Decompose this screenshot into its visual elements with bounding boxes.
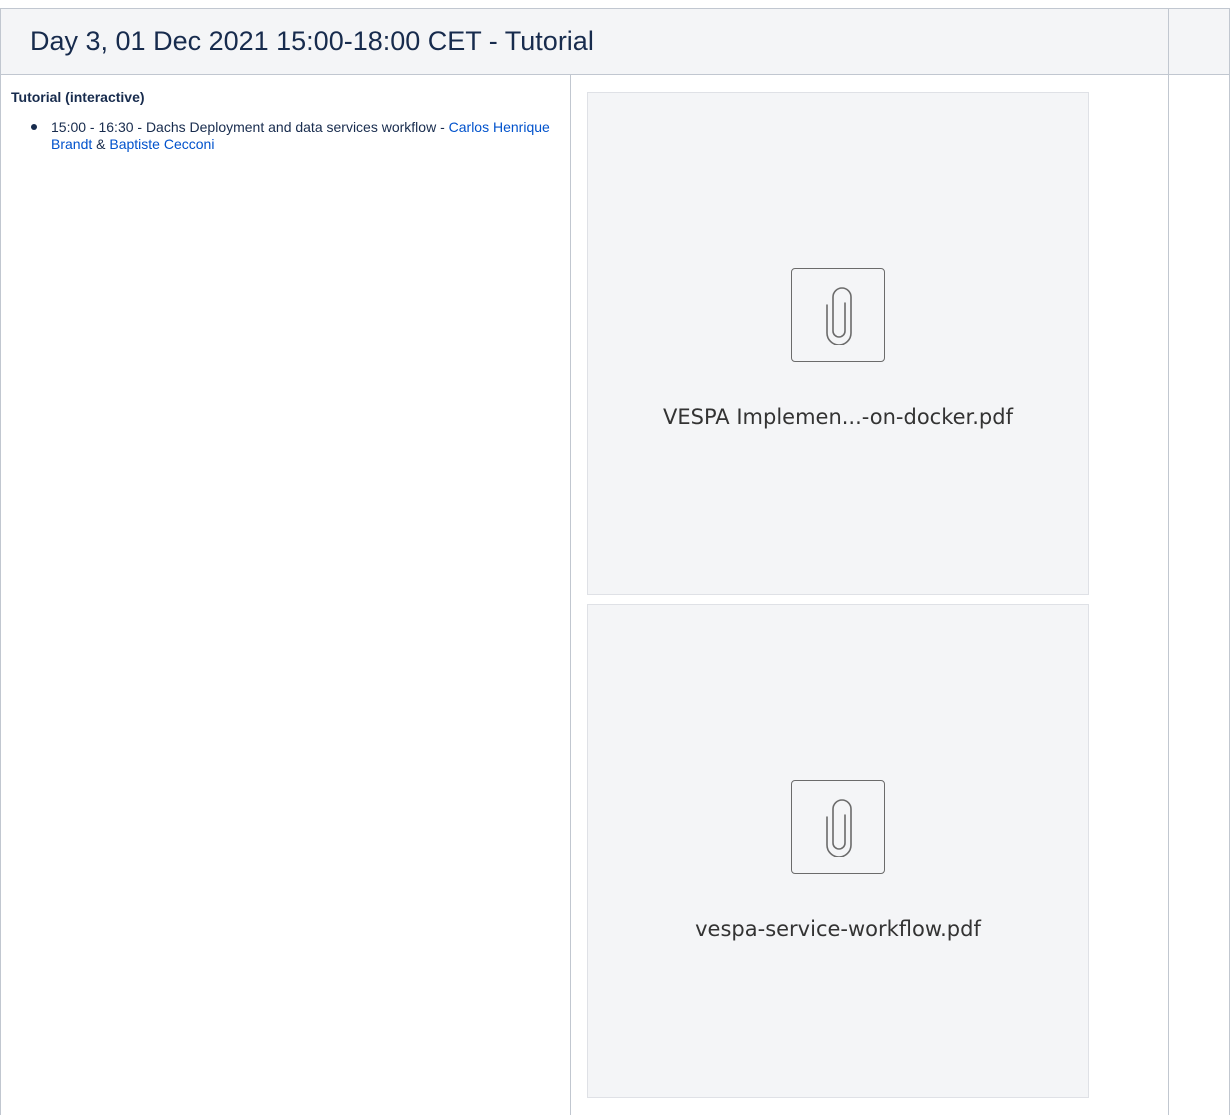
presenter-link-baptiste[interactable]: Baptiste Cecconi xyxy=(109,136,214,152)
presenter-separator: & xyxy=(92,136,110,152)
attachment-preview-vespa-workflow[interactable]: vespa-service-workflow.pdf xyxy=(587,604,1089,1098)
side-cell xyxy=(1168,74,1230,1115)
table-header-side-cell xyxy=(1168,8,1230,75)
attachment-filename: VESPA Implemen...-on-docker.pdf xyxy=(663,405,1013,429)
agenda-list: 15:00 - 16:30 - Dachs Deployment and dat… xyxy=(11,119,560,153)
bullet-icon xyxy=(31,124,37,130)
paperclip-icon xyxy=(791,780,885,874)
paperclip-icon xyxy=(791,268,885,362)
attachment-filename: vespa-service-workflow.pdf xyxy=(695,917,981,941)
page: Day 3, 01 Dec 2021 15:00-18:00 CET - Tut… xyxy=(0,0,1230,1115)
page-title: Day 3, 01 Dec 2021 15:00-18:00 CET - Tut… xyxy=(30,26,594,56)
section-heading: Tutorial (interactive) xyxy=(11,89,145,105)
session-cell: Tutorial (interactive) 15:00 - 16:30 - D… xyxy=(0,74,571,1115)
attachment-preview-vespa-implementation[interactable]: VESPA Implemen...-on-docker.pdf xyxy=(587,92,1089,595)
table-header-cell: Day 3, 01 Dec 2021 15:00-18:00 CET - Tut… xyxy=(0,8,1170,75)
agenda-item-text: 15:00 - 16:30 - Dachs Deployment and dat… xyxy=(51,119,449,135)
list-item: 15:00 - 16:30 - Dachs Deployment and dat… xyxy=(31,119,551,153)
